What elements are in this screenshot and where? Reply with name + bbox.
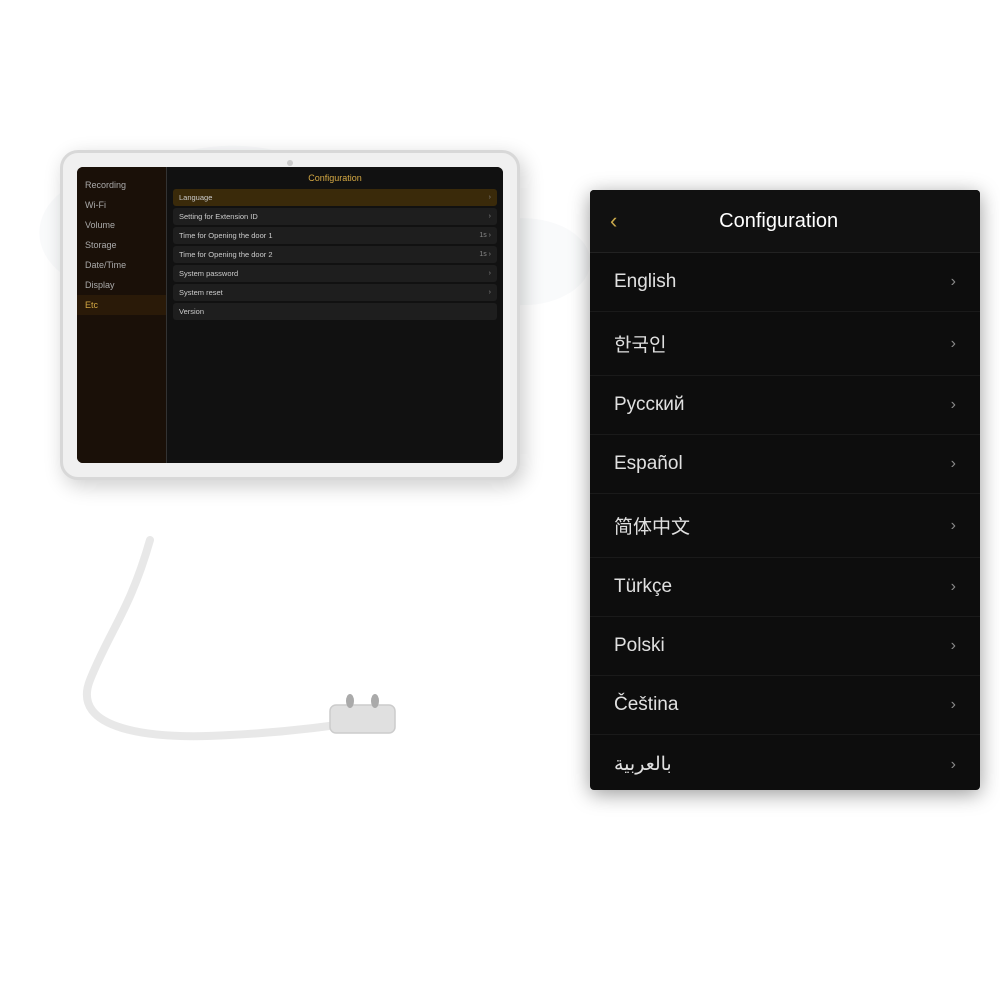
language-item-russian[interactable]: Русский › [590, 376, 980, 435]
language-item-polish[interactable]: Polski › [590, 617, 980, 676]
tablet-sidebar-etc[interactable]: Etc [77, 295, 166, 315]
app-header: ‹ Configuration [590, 190, 980, 253]
tablet-camera [287, 160, 293, 166]
tablet-sidebar-datetime[interactable]: Date/Time [77, 255, 166, 275]
tablet-content: Configuration Language › Setting for Ext… [167, 167, 503, 463]
tablet-sidebar-display[interactable]: Display [77, 275, 166, 295]
tablet-sidebar-volume[interactable]: Volume [77, 215, 166, 235]
tablet-device: Recording Wi-Fi Volume Storage Date/Time… [60, 150, 520, 480]
tablet-content-title: Configuration [173, 173, 497, 183]
tablet-sidebar-wifi[interactable]: Wi-Fi [77, 195, 166, 215]
language-list: English › 한국인 › Русский › Español › 简体中文… [590, 253, 980, 790]
tablet-menu-door2[interactable]: Time for Opening the door 2 1s › [173, 246, 497, 263]
tablet-screen: Recording Wi-Fi Volume Storage Date/Time… [77, 167, 503, 463]
tablet-menu-language[interactable]: Language › [173, 189, 497, 206]
tablet-sidebar-recording[interactable]: Recording [77, 175, 166, 195]
back-button[interactable]: ‹ [610, 208, 617, 234]
app-title: Configuration [637, 210, 920, 233]
language-item-korean[interactable]: 한국인 › [590, 312, 980, 376]
device-container: Recording Wi-Fi Volume Storage Date/Time… [30, 150, 560, 750]
tablet-sidebar: Recording Wi-Fi Volume Storage Date/Time… [77, 167, 167, 463]
tablet-sidebar-storage[interactable]: Storage [77, 235, 166, 255]
tablet-menu-reset[interactable]: System reset › [173, 284, 497, 301]
tablet-menu-door1[interactable]: Time for Opening the door 1 1s › [173, 227, 497, 244]
language-item-czech[interactable]: Čeština › [590, 676, 980, 735]
language-item-arabic[interactable]: بالعربية › [590, 735, 980, 790]
tablet-menu-version[interactable]: Version [173, 303, 497, 320]
language-item-english[interactable]: English › [590, 253, 980, 312]
language-item-turkish[interactable]: Türkçe › [590, 558, 980, 617]
power-cable [30, 530, 430, 750]
language-item-spanish[interactable]: Español › [590, 435, 980, 494]
tablet-menu-password[interactable]: System password › [173, 265, 497, 282]
app-panel: ‹ Configuration English › 한국인 › Русский … [590, 190, 980, 790]
language-item-chinese[interactable]: 简体中文 › [590, 494, 980, 558]
tablet-menu-extension[interactable]: Setting for Extension ID › [173, 208, 497, 225]
